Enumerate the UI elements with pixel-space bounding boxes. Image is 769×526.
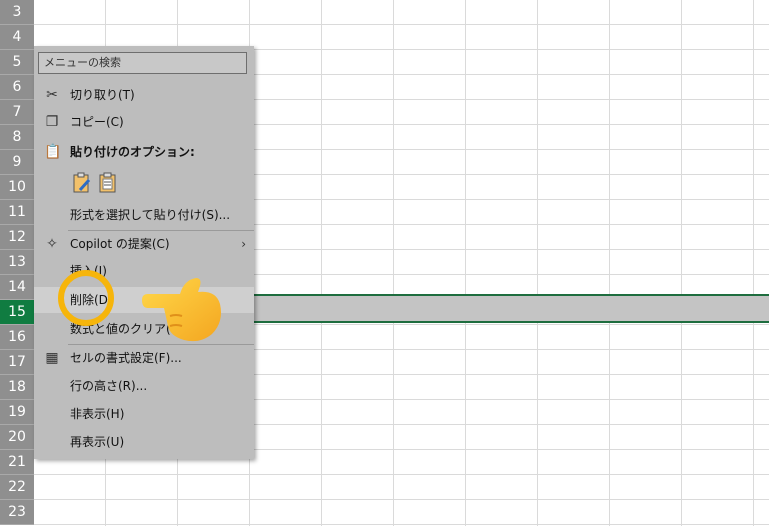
paste-options-header-label: 貼り付けのオプション:: [70, 145, 195, 159]
paste-options-header: 📋 貼り付けのオプション:: [34, 139, 254, 165]
row-header[interactable]: 10: [0, 175, 34, 200]
menu-item-copy[interactable]: ❐ コピー(C): [34, 109, 254, 135]
row-header[interactable]: 16: [0, 325, 34, 350]
highlight-circle: [58, 270, 114, 326]
menu-item-paste-special[interactable]: 形式を選択して貼り付け(S)...: [34, 202, 254, 228]
column-gridline: [681, 0, 682, 526]
menu-item-row-height[interactable]: 行の高さ(R)...: [34, 373, 254, 399]
row-header[interactable]: 19: [0, 400, 34, 425]
column-gridline: [753, 0, 754, 526]
clipboard-icon: 📋: [44, 144, 62, 160]
sparkle-icon: ✧: [46, 236, 58, 252]
context-menu: メニューの検索 ✂ 切り取り(T) ❐ コピー(C) 📋 貼り付けのオプション:…: [34, 46, 254, 459]
menu-item-row-height-label: 行の高さ(R)...: [70, 379, 148, 393]
row-header[interactable]: 21: [0, 450, 34, 475]
row-header[interactable]: 9: [0, 150, 34, 175]
pointing-hand-icon: [142, 278, 221, 342]
row-gridline: [34, 474, 769, 475]
column-gridline: [393, 0, 394, 526]
menu-item-format-cells[interactable]: ▦ セルの書式設定(F)...: [34, 345, 254, 371]
row-header[interactable]: 3: [0, 0, 34, 25]
paste-values-icon[interactable]: [98, 172, 118, 194]
row-header[interactable]: 22: [0, 475, 34, 500]
row-header[interactable]: 20: [0, 425, 34, 450]
row-header[interactable]: 6: [0, 75, 34, 100]
menu-item-copilot[interactable]: ✧ Copilot の提案(C) ›: [34, 231, 254, 257]
menu-item-unhide-label: 再表示(U): [70, 435, 125, 449]
column-gridline: [465, 0, 466, 526]
row-header[interactable]: 4: [0, 25, 34, 50]
row-gridline: [34, 499, 769, 500]
menu-item-hide[interactable]: 非表示(H): [34, 401, 254, 427]
menu-item-unhide[interactable]: 再表示(U): [34, 429, 254, 455]
menu-item-copy-label: コピー(C): [70, 115, 124, 129]
row-header[interactable]: 13: [0, 250, 34, 275]
row-header[interactable]: 17: [0, 350, 34, 375]
column-gridline: [609, 0, 610, 526]
menu-item-format-cells-label: セルの書式設定(F)...: [70, 351, 182, 365]
menu-item-cut-label: 切り取り(T): [70, 88, 135, 102]
menu-item-cut[interactable]: ✂ 切り取り(T): [34, 82, 254, 108]
paste-formulas-icon[interactable]: [72, 172, 92, 194]
row-header[interactable]: 15: [0, 300, 34, 325]
format-cells-icon: ▦: [45, 350, 59, 366]
row-header[interactable]: 5: [0, 50, 34, 75]
menu-item-paste-special-label: 形式を選択して貼り付け(S)...: [70, 208, 231, 222]
copy-icon: ❐: [45, 114, 59, 130]
row-header[interactable]: 23: [0, 500, 34, 525]
row-header[interactable]: 14: [0, 275, 34, 300]
row-header[interactable]: 18: [0, 375, 34, 400]
row-gridline: [34, 24, 769, 25]
column-gridline: [537, 0, 538, 526]
column-gridline: [321, 0, 322, 526]
row-header[interactable]: 11: [0, 200, 34, 225]
scissors-icon: ✂: [46, 87, 58, 103]
row-header[interactable]: 12: [0, 225, 34, 250]
menu-item-copilot-label: Copilot の提案(C): [70, 237, 170, 251]
row-header[interactable]: 8: [0, 125, 34, 150]
chevron-right-icon: ›: [241, 237, 246, 251]
row-gridline: [34, 524, 769, 525]
menu-search-input[interactable]: メニューの検索: [38, 52, 247, 74]
menu-item-hide-label: 非表示(H): [70, 407, 125, 421]
row-header[interactable]: 7: [0, 100, 34, 125]
